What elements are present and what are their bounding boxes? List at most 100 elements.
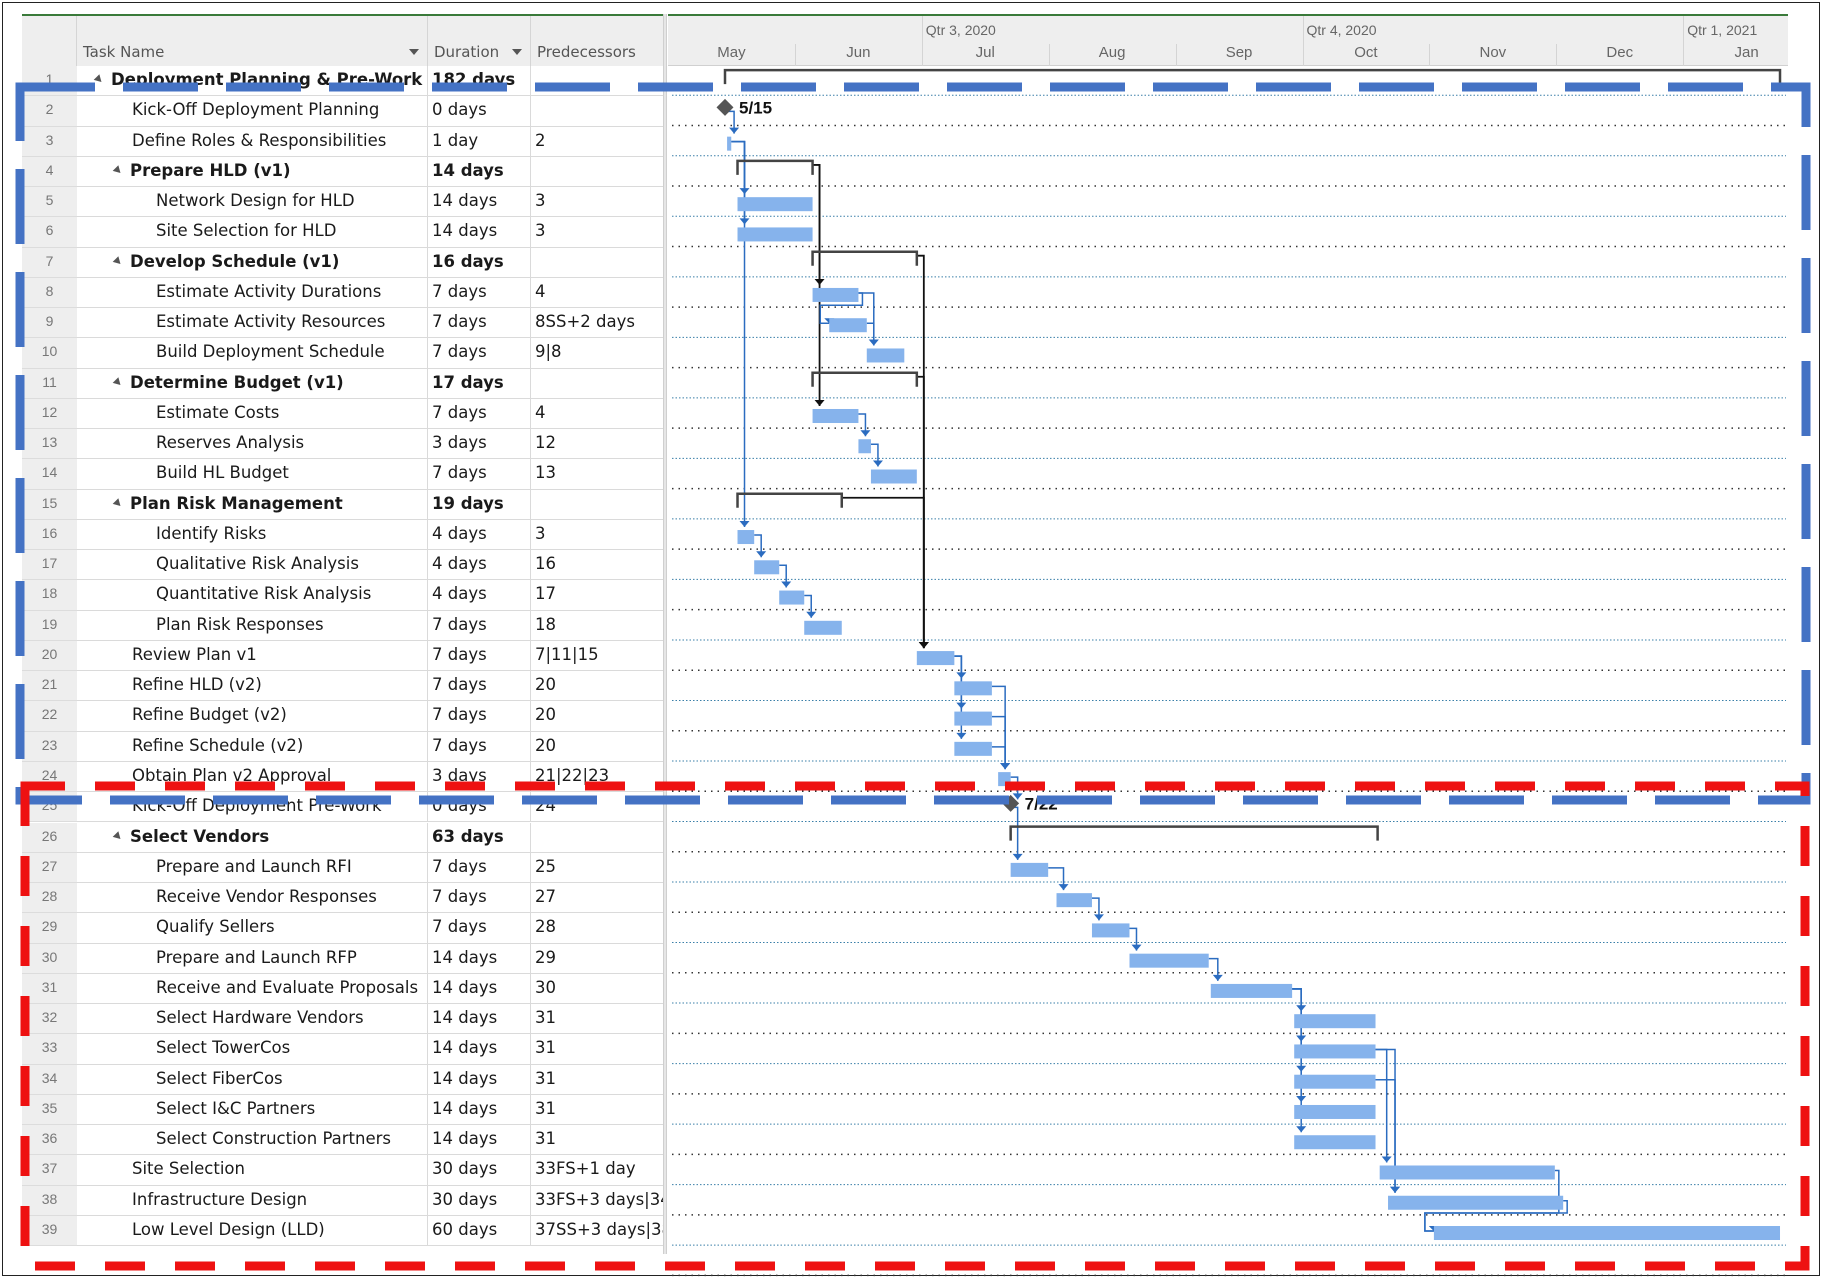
task-name-cell[interactable]: Build HL Budget bbox=[77, 459, 428, 490]
duration-cell[interactable]: 4 days bbox=[428, 580, 531, 611]
task-row[interactable]: 34 Select FiberCos 14 days 31 bbox=[22, 1064, 667, 1095]
task-row[interactable]: 21 Refine HLD (v2) 7 days 20 bbox=[22, 671, 667, 702]
row-number[interactable]: 9 bbox=[22, 308, 77, 339]
task-name-cell[interactable]: Infrastructure Design bbox=[77, 1185, 428, 1216]
row-number[interactable]: 28 bbox=[22, 883, 77, 914]
row-number[interactable]: 32 bbox=[22, 1004, 77, 1035]
duration-cell[interactable]: 60 days bbox=[428, 1215, 531, 1247]
task-name-cell[interactable]: Select FiberCos bbox=[77, 1064, 428, 1095]
row-number[interactable]: 18 bbox=[22, 580, 77, 611]
task-name-cell[interactable]: Select Vendors bbox=[77, 822, 428, 853]
predecessors-cell[interactable]: 12 bbox=[531, 429, 665, 460]
task-row[interactable]: 36 Select Construction Partners 14 days … bbox=[22, 1125, 667, 1156]
predecessors-cell[interactable] bbox=[531, 368, 665, 399]
task-row[interactable]: 14 Build HL Budget 7 days 13 bbox=[22, 459, 667, 490]
task-name-cell[interactable]: Estimate Activity Durations bbox=[77, 277, 428, 309]
duration-cell[interactable]: 4 days bbox=[428, 519, 531, 551]
task-row[interactable]: 33 Select TowerCos 14 days 31 bbox=[22, 1034, 667, 1065]
row-number[interactable]: 7 bbox=[22, 247, 77, 278]
duration-cell[interactable]: 7 days bbox=[428, 913, 531, 944]
task-name-cell[interactable]: Select Hardware Vendors bbox=[77, 1004, 428, 1035]
task-name-cell[interactable]: Kick-Off Deployment Planning bbox=[77, 96, 428, 127]
task-row[interactable]: 35 Select I&C Partners 14 days 31 bbox=[22, 1094, 667, 1126]
task-name-cell[interactable]: Qualify Sellers bbox=[77, 913, 428, 944]
task-row[interactable]: 1 Deployment Planning & Pre-Work 182 day… bbox=[22, 66, 667, 97]
collapse-toggle-icon[interactable] bbox=[112, 255, 124, 267]
row-number[interactable]: 22 bbox=[22, 701, 77, 732]
predecessors-cell[interactable] bbox=[531, 66, 665, 97]
duration-cell[interactable]: 14 days bbox=[428, 1094, 531, 1126]
duration-cell[interactable]: 30 days bbox=[428, 1155, 531, 1186]
row-number[interactable]: 13 bbox=[22, 429, 77, 460]
row-number[interactable]: 14 bbox=[22, 459, 77, 490]
row-number[interactable]: 10 bbox=[22, 338, 77, 369]
task-name-cell[interactable]: Network Design for HLD bbox=[77, 187, 428, 218]
predecessors-cell[interactable]: 33FS+3 days|34 bbox=[531, 1185, 665, 1216]
predecessors-cell[interactable]: 20 bbox=[531, 731, 665, 762]
task-row[interactable]: 2 Kick-Off Deployment Planning 0 days bbox=[22, 96, 667, 127]
task-row[interactable]: 5 Network Design for HLD 14 days 3 bbox=[22, 187, 667, 218]
row-number[interactable]: 2 bbox=[22, 96, 77, 127]
row-number[interactable]: 37 bbox=[22, 1155, 77, 1186]
predecessors-cell[interactable]: 31 bbox=[531, 1064, 665, 1095]
predecessors-cell[interactable]: 16 bbox=[531, 550, 665, 581]
predecessors-cell[interactable]: 30 bbox=[531, 973, 665, 1005]
duration-cell[interactable]: 14 days bbox=[428, 217, 531, 248]
task-name-cell[interactable]: Receive and Evaluate Proposals bbox=[77, 973, 428, 1005]
task-name-cell[interactable]: Refine HLD (v2) bbox=[77, 671, 428, 702]
row-number[interactable]: 35 bbox=[22, 1094, 77, 1126]
duration-cell[interactable]: 7 days bbox=[428, 640, 531, 672]
predecessors-cell[interactable]: 20 bbox=[531, 671, 665, 702]
task-row[interactable]: 30 Prepare and Launch RFP 14 days 29 bbox=[22, 943, 667, 974]
task-row[interactable]: 28 Receive Vendor Responses 7 days 27 bbox=[22, 883, 667, 914]
task-name-cell[interactable]: Deployment Planning & Pre-Work bbox=[77, 66, 428, 97]
task-name-cell[interactable]: Select Construction Partners bbox=[77, 1125, 428, 1156]
task-name-cell[interactable]: Refine Budget (v2) bbox=[77, 701, 428, 732]
duration-cell[interactable]: 16 days bbox=[428, 247, 531, 278]
task-row[interactable]: 6 Site Selection for HLD 14 days 3 bbox=[22, 217, 667, 248]
predecessors-cell[interactable]: 4 bbox=[531, 277, 665, 309]
predecessors-cell[interactable] bbox=[531, 96, 665, 127]
predecessors-cell[interactable]: 33FS+1 day bbox=[531, 1155, 665, 1186]
column-header-predecessors[interactable]: Predecessors bbox=[531, 16, 665, 66]
task-row[interactable]: 9 Estimate Activity Resources 7 days 8SS… bbox=[22, 308, 667, 339]
task-row[interactable]: 13 Reserves Analysis 3 days 12 bbox=[22, 429, 667, 460]
task-row[interactable]: 10 Build Deployment Schedule 7 days 9|8 bbox=[22, 338, 667, 369]
task-row[interactable]: 8 Estimate Activity Durations 7 days 4 bbox=[22, 277, 667, 309]
row-number[interactable]: 6 bbox=[22, 217, 77, 248]
collapse-toggle-icon[interactable] bbox=[112, 497, 124, 509]
task-row[interactable]: 27 Prepare and Launch RFI 7 days 25 bbox=[22, 852, 667, 883]
task-name-cell[interactable]: Estimate Costs bbox=[77, 398, 428, 430]
row-number[interactable]: 38 bbox=[22, 1185, 77, 1216]
task-name-cell[interactable]: Quantitative Risk Analysis bbox=[77, 580, 428, 611]
task-name-cell[interactable]: Develop Schedule (v1) bbox=[77, 247, 428, 278]
task-name-cell[interactable]: Reserves Analysis bbox=[77, 429, 428, 460]
task-row[interactable]: 15 Plan Risk Management 19 days bbox=[22, 489, 667, 520]
predecessors-cell[interactable]: 9|8 bbox=[531, 338, 665, 369]
row-number[interactable]: 1 bbox=[22, 66, 77, 97]
duration-cell[interactable]: 19 days bbox=[428, 489, 531, 520]
duration-cell[interactable]: 3 days bbox=[428, 761, 531, 793]
task-name-cell[interactable]: Site Selection for HLD bbox=[77, 217, 428, 248]
task-row[interactable]: 23 Refine Schedule (v2) 7 days 20 bbox=[22, 731, 667, 762]
task-row[interactable]: 4 Prepare HLD (v1) 14 days bbox=[22, 156, 667, 188]
duration-cell[interactable]: 182 days bbox=[428, 66, 531, 97]
task-row[interactable]: 11 Determine Budget (v1) 17 days bbox=[22, 368, 667, 399]
duration-cell[interactable]: 7 days bbox=[428, 398, 531, 430]
task-row[interactable]: 32 Select Hardware Vendors 14 days 31 bbox=[22, 1004, 667, 1035]
duration-cell[interactable]: 7 days bbox=[428, 731, 531, 762]
duration-cell[interactable]: 14 days bbox=[428, 1064, 531, 1095]
split-bar[interactable] bbox=[663, 14, 667, 1254]
task-row[interactable]: 3 Define Roles & Responsibilities 1 day … bbox=[22, 126, 667, 157]
duration-cell[interactable]: 7 days bbox=[428, 701, 531, 732]
predecessors-cell[interactable]: 17 bbox=[531, 580, 665, 611]
task-name-cell[interactable]: Identify Risks bbox=[77, 519, 428, 551]
task-name-cell[interactable]: Plan Risk Management bbox=[77, 489, 428, 520]
task-row[interactable]: 17 Qualitative Risk Analysis 4 days 16 bbox=[22, 550, 667, 581]
row-number[interactable]: 12 bbox=[22, 398, 77, 430]
collapse-toggle-icon[interactable] bbox=[93, 74, 105, 85]
row-number[interactable]: 36 bbox=[22, 1125, 77, 1156]
predecessors-cell[interactable] bbox=[531, 822, 665, 853]
task-row[interactable]: 20 Review Plan v1 7 days 7|11|15 bbox=[22, 640, 667, 672]
duration-cell[interactable]: 14 days bbox=[428, 156, 531, 188]
